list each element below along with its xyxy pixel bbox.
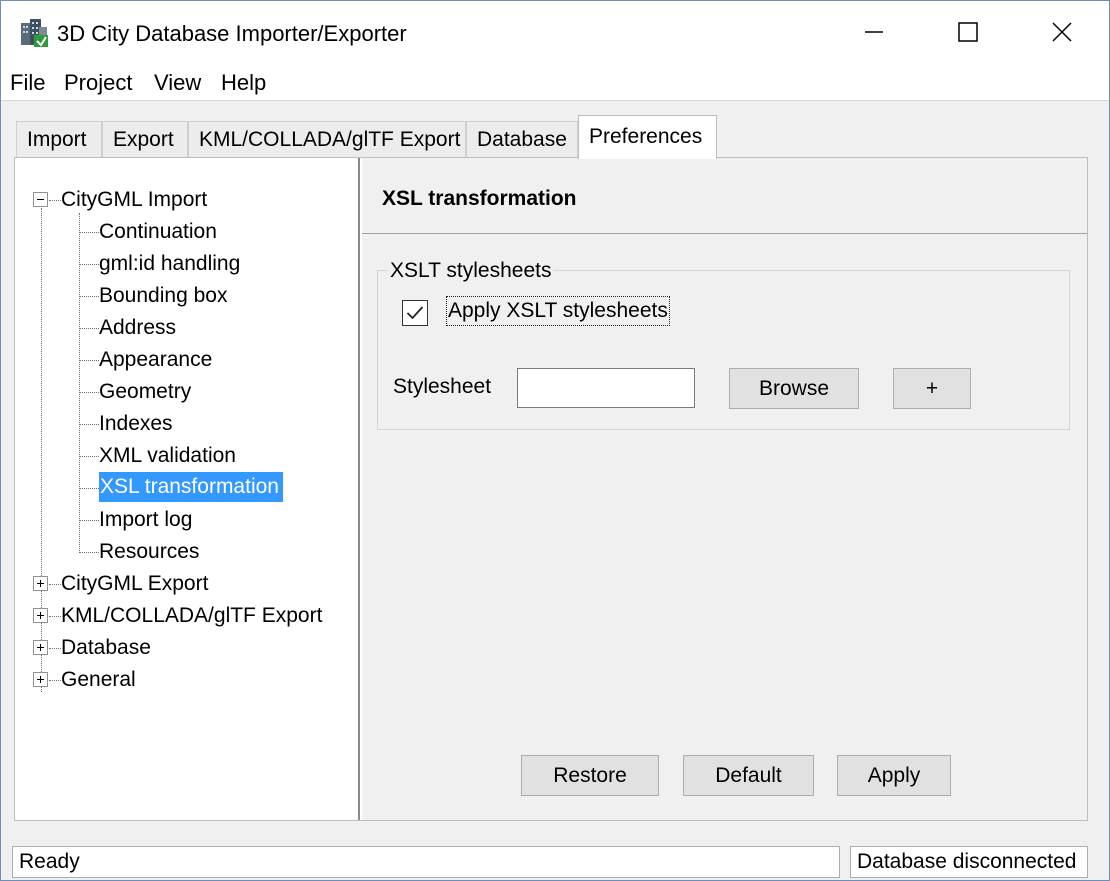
expand-icon[interactable]	[33, 608, 48, 623]
tree-node-database[interactable]: Database	[61, 635, 151, 661]
city-database-app-icon	[18, 17, 50, 49]
maximize-button[interactable]	[921, 1, 1015, 63]
tree-guide-line	[79, 392, 99, 393]
menu-help[interactable]: Help	[221, 69, 266, 97]
tree-node-gml-id-handling[interactable]: gml:id handling	[99, 251, 240, 277]
minimize-icon	[865, 31, 883, 33]
close-icon	[1052, 22, 1072, 42]
status-bar-database: Database disconnected	[850, 846, 1088, 878]
tab-kml-collada-gltf-export[interactable]: KML/COLLADA/glTF Export	[188, 121, 466, 157]
tree-node-general[interactable]: General	[61, 667, 136, 693]
tree-guide-line	[79, 232, 99, 233]
tree-node-bounding-box[interactable]: Bounding box	[99, 283, 227, 309]
close-button[interactable]	[1015, 1, 1109, 63]
expand-icon[interactable]	[33, 672, 48, 687]
tree-node-import-log[interactable]: Import log	[99, 507, 192, 533]
menu-file[interactable]: File	[10, 69, 45, 97]
minimize-button[interactable]	[827, 1, 921, 63]
add-stylesheet-button[interactable]: +	[893, 368, 971, 409]
tree-node-citygml-import[interactable]: CityGML Import	[61, 187, 207, 213]
tree-guide-line	[79, 360, 99, 361]
tree-node-kml-collada-gltf-export[interactable]: KML/COLLADA/glTF Export	[61, 603, 322, 629]
tree-guide-line	[49, 648, 61, 649]
tree-guide-line	[79, 264, 99, 265]
menu-bar: File Project View Help	[1, 63, 1109, 101]
tree-guide-line	[79, 296, 99, 297]
database-status-text: Database disconnected	[857, 850, 1077, 873]
tree-guide-line	[79, 488, 99, 489]
tree-node-address[interactable]: Address	[99, 315, 176, 341]
tree-guide-line	[79, 424, 99, 425]
tab-preferences[interactable]: Preferences	[578, 115, 717, 159]
window-title: 3D City Database Importer/Exporter	[57, 21, 407, 46]
app-window: 3D City Database Importer/Exporter File …	[0, 0, 1110, 881]
tree-node-indexes[interactable]: Indexes	[99, 411, 173, 437]
tree-guide-line	[49, 200, 61, 201]
tree-guide-line	[49, 680, 61, 681]
tree-guide-line	[79, 328, 99, 329]
status-text: Ready	[19, 850, 80, 873]
tree-node-continuation[interactable]: Continuation	[99, 219, 217, 245]
menu-project[interactable]: Project	[64, 69, 132, 97]
tree-guide-line	[79, 456, 99, 457]
tree-guide-line	[79, 552, 99, 553]
settings-panel: XSL transformation XSLT stylesheets Appl…	[362, 158, 1087, 820]
collapse-icon[interactable]	[33, 192, 48, 207]
expand-icon[interactable]	[33, 640, 48, 655]
tree-guide-line	[49, 584, 61, 585]
tab-export[interactable]: Export	[102, 121, 188, 157]
stylesheet-input[interactable]	[517, 368, 695, 408]
preferences-tab-pane: CityGML Import Continuation gml:id handl…	[14, 157, 1088, 821]
tree-node-appearance[interactable]: Appearance	[99, 347, 212, 373]
tab-database[interactable]: Database	[466, 121, 578, 157]
stylesheet-label: Stylesheet	[393, 375, 492, 398]
restore-button[interactable]: Restore	[521, 755, 659, 796]
title-bar[interactable]: 3D City Database Importer/Exporter	[1, 1, 1109, 63]
status-bar-main: Ready	[12, 846, 840, 878]
tree-node-citygml-export[interactable]: CityGML Export	[61, 571, 208, 597]
preferences-tree: CityGML Import Continuation gml:id handl…	[15, 158, 360, 820]
group-title: XSLT stylesheets	[388, 258, 554, 284]
maximize-icon	[958, 22, 978, 42]
checkmark-icon	[406, 306, 424, 320]
apply-xslt-label[interactable]: Apply XSLT stylesheets	[446, 296, 670, 326]
tab-import[interactable]: Import	[16, 121, 102, 157]
apply-button[interactable]: Apply	[837, 755, 951, 796]
panel-title: XSL transformation	[382, 187, 577, 210]
tree-node-resources[interactable]: Resources	[99, 539, 199, 565]
expand-icon[interactable]	[33, 576, 48, 591]
default-button[interactable]: Default	[683, 755, 814, 796]
tree-node-geometry[interactable]: Geometry	[99, 379, 191, 405]
menu-view[interactable]: View	[154, 69, 201, 97]
tree-guide-line	[79, 520, 99, 521]
browse-button[interactable]: Browse	[729, 368, 859, 409]
panel-header: XSL transformation	[362, 158, 1087, 234]
apply-xslt-checkbox[interactable]	[402, 300, 428, 326]
tree-node-xml-validation[interactable]: XML validation	[99, 443, 236, 469]
tree-guide-line	[49, 616, 61, 617]
tree-node-xsl-transformation[interactable]: XSL transformation	[99, 472, 283, 502]
